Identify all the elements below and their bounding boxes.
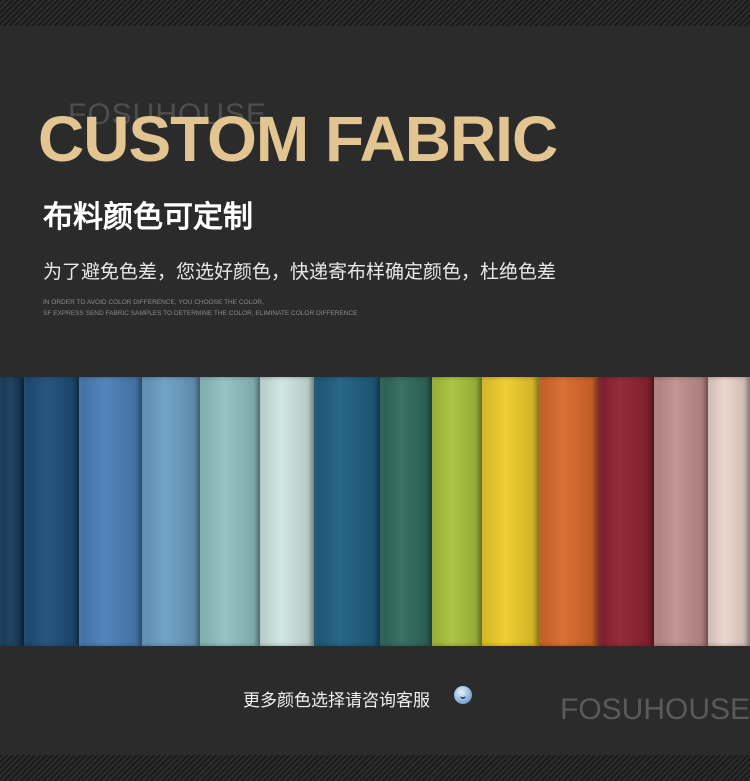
english-note-line-1: IN ORDER TO AVOID COLOR DIFFERENCE, YOU …: [43, 299, 264, 306]
bottom-stripe-band: [0, 755, 750, 781]
headline-title: CUSTOM FABRIC: [38, 103, 558, 175]
fabric-swatch: [314, 377, 380, 646]
fabric-swatch: [260, 377, 314, 646]
smile-emoji-icon: [454, 686, 472, 704]
fabric-swatch: [598, 377, 654, 646]
fabric-swatch: [380, 377, 432, 646]
fabric-swatch: [0, 377, 24, 646]
fabric-swatch: [539, 377, 598, 646]
fabric-swatch: [654, 377, 708, 646]
fabric-swatch: [200, 377, 260, 646]
fabric-swatch: [79, 377, 142, 646]
description-text: 为了避免色差，您选好颜色，快递寄布样确定颜色，杜绝色差: [43, 261, 557, 283]
subtitle: 布料颜色可定制: [43, 200, 253, 235]
fabric-swatch: [432, 377, 482, 646]
fabric-swatch: [482, 377, 539, 646]
contact-service-text: 更多颜色选择请咨询客服: [243, 691, 430, 711]
fabric-swatches: [0, 377, 750, 646]
fabric-swatch: [708, 377, 750, 646]
fabric-swatch: [142, 377, 200, 646]
top-stripe-band: [0, 0, 750, 26]
brand-watermark-bottom: FOSUHOUSE: [560, 693, 750, 726]
english-note-line-2: SF EXPRESS SEND FABRIC SAMPLES TO DETERM…: [43, 310, 358, 317]
fabric-swatch: [24, 377, 79, 646]
